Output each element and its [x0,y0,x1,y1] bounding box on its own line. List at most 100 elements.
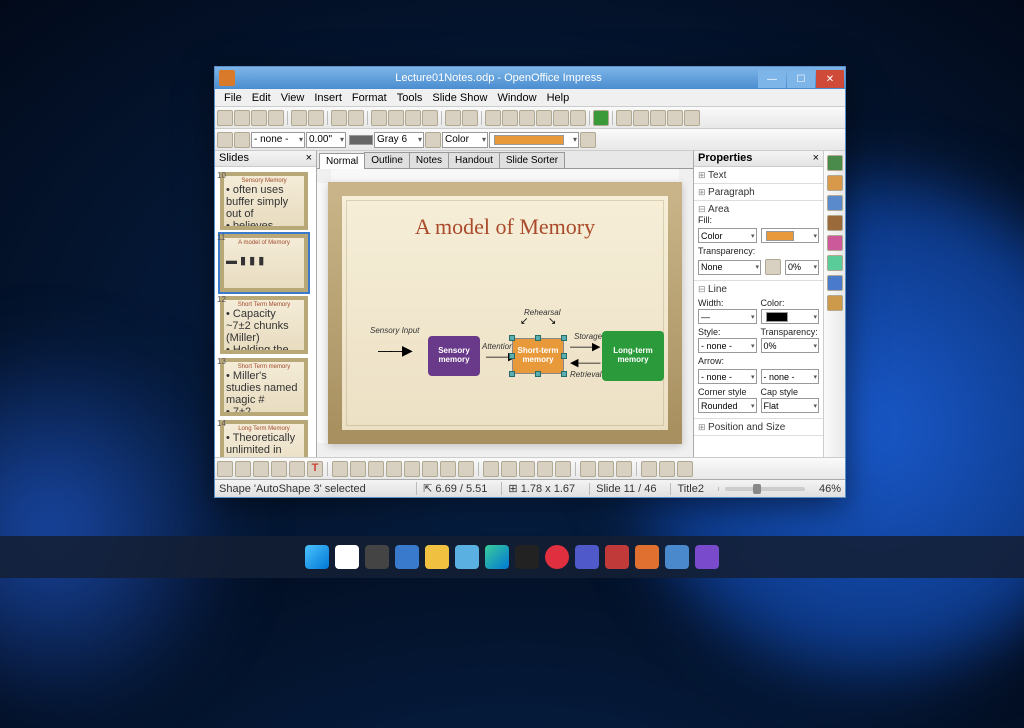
section-position-size[interactable]: Position and Size [698,422,785,433]
hyperlink-button[interactable] [519,110,535,126]
arrow-style-button[interactable] [217,132,233,148]
arrow-start-select[interactable]: - none - [698,369,757,384]
arrow-storage[interactable]: ——▶ [570,340,600,353]
area-button[interactable] [425,132,441,148]
minimize-button[interactable]: — [758,70,786,88]
text-tool[interactable]: T [307,461,323,477]
line-style-select[interactable]: - none - [698,338,757,353]
line-color-combo[interactable]: Gray 6 [374,132,424,148]
undo-button[interactable] [445,110,461,126]
tab-slidesorter[interactable]: Slide Sorter [499,152,565,168]
line-style-button[interactable] [234,132,250,148]
task-view-icon[interactable] [365,545,389,569]
transparency-gradient-icon[interactable] [765,259,781,275]
menu-edit[interactable]: Edit [247,92,276,104]
zoom-button[interactable] [570,110,586,126]
menu-help[interactable]: Help [542,92,575,104]
cap-style-select[interactable]: Flat [761,398,820,413]
box-short-term-memory[interactable]: Short-term memory [512,338,564,374]
box-long-term-memory[interactable]: Long-term memory [602,331,664,381]
template-button[interactable] [616,110,632,126]
arrow-end-select[interactable]: - none - [761,369,820,384]
tab-normal[interactable]: Normal [319,153,365,169]
navigator-button[interactable] [553,110,569,126]
slide-design-button[interactable] [633,110,649,126]
section-text[interactable]: Text [698,170,726,181]
app3-icon[interactable] [695,545,719,569]
curve-tool[interactable] [332,461,348,477]
glue-tool[interactable] [501,461,517,477]
line-width-select[interactable]: — [698,309,757,324]
sidebar-navigator-icon[interactable] [827,275,843,291]
tab-notes[interactable]: Notes [409,152,449,168]
app1-icon[interactable] [605,545,629,569]
line-transparency[interactable]: 0% [761,338,820,353]
align-tool[interactable] [598,461,614,477]
arrow-input[interactable]: ——▶ [378,342,411,359]
slides-button[interactable] [593,110,609,126]
music-icon[interactable] [635,545,659,569]
slide-thumb-14[interactable]: 14Long Term Memory• Theoretically unlimi… [219,419,312,457]
basic-shapes-tool[interactable] [368,461,384,477]
slide-thumb-13[interactable]: 13Short Term memory• Miller's studies na… [219,357,312,417]
arrow-tool[interactable] [253,461,269,477]
menu-format[interactable]: Format [347,92,392,104]
fill-mode-select[interactable]: Color [698,228,757,243]
open-button[interactable] [234,110,250,126]
section-paragraph[interactable]: Paragraph [698,187,755,198]
format-paint-button[interactable] [422,110,438,126]
copy-button[interactable] [388,110,404,126]
titlebar[interactable]: Lecture01Notes.odp - OpenOffice Impress … [215,67,845,89]
print-button[interactable] [308,110,324,126]
animation-tool[interactable] [677,461,693,477]
store-icon[interactable] [515,545,539,569]
widgets-icon[interactable] [395,545,419,569]
fontwork-tool[interactable] [519,461,535,477]
extrusion-tool[interactable] [641,461,657,477]
grid-button[interactable] [536,110,552,126]
properties-close-icon[interactable]: × [813,152,819,165]
opera-icon[interactable] [545,545,569,569]
sidebar-styles-icon[interactable] [827,235,843,251]
from-file-tool[interactable] [537,461,553,477]
line-color-select[interactable] [761,309,820,324]
autospell-button[interactable] [348,110,364,126]
slide-thumb-12[interactable]: 12Short Term Memory• Capacity ~7±2 chunk… [219,295,312,355]
box-sensory-memory[interactable]: Sensory memory [428,336,480,376]
teams-icon[interactable] [575,545,599,569]
close-button[interactable]: ✕ [816,70,844,88]
paste-button[interactable] [405,110,421,126]
select-tool[interactable] [217,461,233,477]
table-button[interactable] [502,110,518,126]
gallery-tool[interactable] [555,461,571,477]
menu-slideshow[interactable]: Slide Show [427,92,492,104]
rotate-tool[interactable] [580,461,596,477]
corner-style-select[interactable]: Rounded [698,398,757,413]
sidebar-functions-icon[interactable] [827,295,843,311]
transparency-mode-select[interactable]: None [698,260,761,275]
arrange-tool[interactable] [616,461,632,477]
sidebar-properties-icon[interactable] [827,155,843,171]
line-color-swatch[interactable] [349,135,373,145]
line-tool[interactable] [235,461,251,477]
tab-outline[interactable]: Outline [364,152,410,168]
block-arrows-tool[interactable] [404,461,420,477]
fill-color-combo[interactable] [489,132,579,148]
sidebar-master-icon[interactable] [827,175,843,191]
pdf-button[interactable] [291,110,307,126]
stars-tool[interactable] [458,461,474,477]
search-icon[interactable] [335,545,359,569]
horizontal-ruler[interactable] [331,169,679,183]
sidebar-gallery-icon[interactable] [827,255,843,271]
menu-insert[interactable]: Insert [309,92,347,104]
start-button[interactable] [305,545,329,569]
slide-canvas[interactable]: A model of Memory Sensory Input ——▶ Sens… [317,169,693,457]
menu-view[interactable]: View [276,92,310,104]
menu-tools[interactable]: Tools [392,92,428,104]
fill-color-select[interactable] [761,228,820,243]
transparency-value[interactable]: 0% [785,260,819,275]
slide-thumb-10[interactable]: 10Sensory Memory• often uses buffer simp… [219,171,312,231]
symbol-shapes-tool[interactable] [386,461,402,477]
connector-tool[interactable] [350,461,366,477]
explorer-icon[interactable] [425,545,449,569]
